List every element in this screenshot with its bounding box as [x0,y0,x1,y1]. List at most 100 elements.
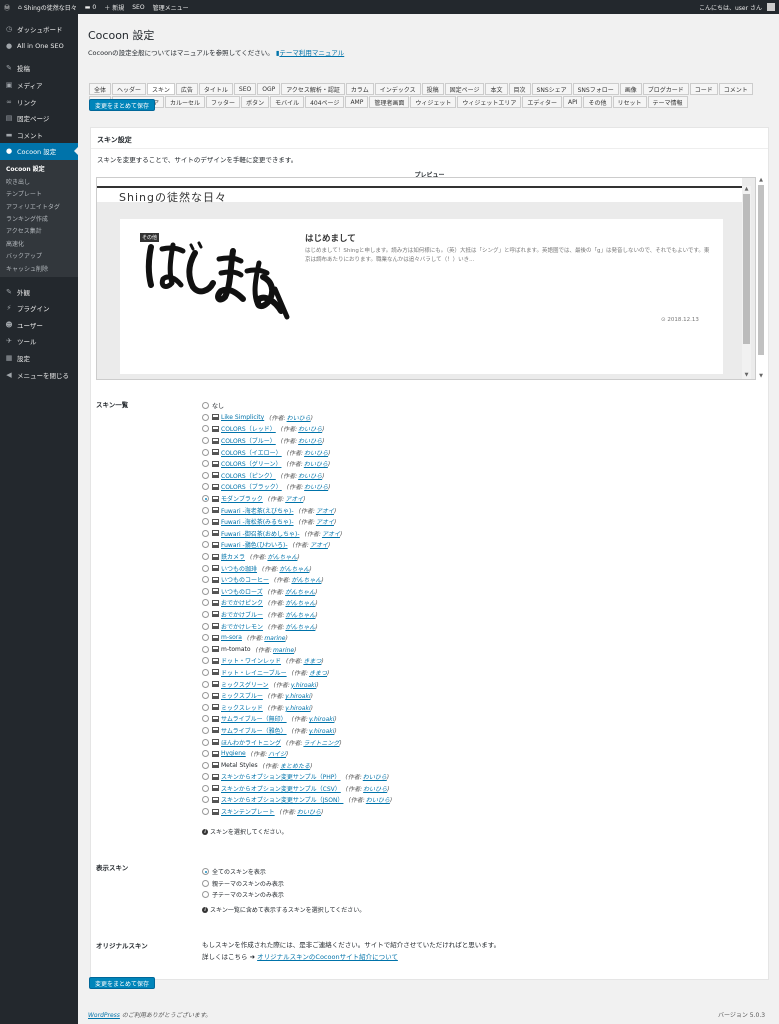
skin-option[interactable]: ミックスグリーン (作者:y.hiroaki) [202,678,762,690]
skin-name-link[interactable]: スキンテンプレート [221,807,275,816]
wordpress-link[interactable]: WordPress [88,1012,120,1019]
skin-option[interactable]: サムライブルー（雅色） (作者:y.hiroaki) [202,725,762,737]
skin-radio[interactable] [202,437,209,445]
submenu-item[interactable]: Cocoon 設定 [0,163,78,175]
skin-option[interactable]: いつものローズ (作者:がんちゃん) [202,586,762,598]
sidebar-item-page[interactable]: ▤ 固定ページ [0,110,78,127]
skin-option[interactable]: サムライブルー（無印） (作者:y.hiroaki) [202,713,762,725]
skin-radio[interactable] [202,553,209,561]
author-link[interactable]: まとめたる [280,763,310,770]
sidebar-item-pin[interactable]: ✎ 投稿 [0,60,78,77]
skin-option[interactable]: Fuwari -海松茶(みるちゃ)- (作者:アオイ) [202,516,762,528]
settings-tab[interactable]: インデックス [374,83,421,95]
skin-option[interactable]: Fuwari -御召茶(おめしちゃ)- (作者:アオイ) [202,528,762,540]
skin-radio[interactable] [202,495,209,503]
author-link[interactable]: marine [264,635,285,642]
settings-tab[interactable]: タイトル [198,83,233,95]
skin-name-link[interactable]: Fuwari -御召茶(おめしちゃ)- [221,529,300,538]
skin-radio[interactable] [202,471,209,479]
skin-option[interactable]: COLORS（ピンク） (作者:わいひら) [202,470,762,482]
skin-radio[interactable] [202,448,209,456]
author-link[interactable]: わいひら [304,461,328,468]
skin-radio[interactable] [202,761,209,769]
skin-option[interactable]: スキンからオプション変更サンプル（CSV） (作者:わいひら) [202,783,762,795]
scroll-thumb[interactable] [758,185,764,355]
sidebar-item-plugin[interactable]: ⚡ プラグイン [0,300,78,317]
sidebar-item-appearance[interactable]: ✎ 外観 [0,283,78,300]
skin-radio[interactable] [202,599,209,607]
skin-option[interactable]: Fuwari -海老茶(えびちゃ)- (作者:アオイ) [202,504,762,516]
sidebar-item-media[interactable]: ▣ メディア [0,77,78,94]
skin-option[interactable]: いつもの珈琲 (作者:がんちゃん) [202,562,762,574]
settings-tab[interactable]: 投稿 [421,83,444,95]
skin-name-link[interactable]: Like Simplicity [221,414,264,421]
skin-option[interactable]: なし [202,400,762,412]
settings-tab[interactable]: ヘッダー [112,83,147,95]
display-skin-radio[interactable] [202,868,209,876]
skin-radio[interactable] [202,564,209,572]
skin-radio[interactable] [202,576,209,584]
skin-radio[interactable] [202,738,209,746]
settings-tab[interactable]: リセット [612,96,647,108]
author-link[interactable]: わいひら [304,450,328,457]
skin-radio[interactable] [202,773,209,781]
settings-tab[interactable]: 管理者画面 [369,96,410,108]
skin-radio[interactable] [202,668,209,676]
skin-option[interactable]: COLORS（ブルー） (作者:わいひら) [202,435,762,447]
skin-option[interactable]: スキンからオプション変更サンプル（PHP） (作者:わいひら) [202,771,762,783]
site-name-menu[interactable]: ⌂ Shingの徒然な日々 [14,0,81,14]
settings-tab[interactable]: 画像 [619,83,642,95]
settings-tab[interactable]: 本文 [485,83,508,95]
skin-radio[interactable] [202,587,209,595]
author-link[interactable]: がんちゃん [279,566,309,573]
settings-tab[interactable]: エディター [522,96,562,108]
settings-tab[interactable]: AMP [345,96,369,108]
seo-menu[interactable]: SEO [128,0,148,14]
author-link[interactable]: わいひら [287,415,311,422]
skin-option[interactable]: COLORS（レッド） (作者:わいひら) [202,423,762,435]
skin-option[interactable]: COLORS（グリーン） (作者:わいひら) [202,458,762,470]
arrow-down-icon[interactable]: ▼ [757,373,765,379]
author-link[interactable]: わいひら [366,797,390,804]
author-link[interactable]: きまつ [309,670,327,677]
author-link[interactable]: わいひら [363,774,387,781]
submenu-item[interactable]: 吹き出し [0,175,78,187]
skin-name-link[interactable]: ミックスグリーン [221,680,269,689]
settings-tab[interactable]: コード [689,83,718,95]
settings-tab[interactable]: コメント [718,83,753,95]
manual-link[interactable]: テーマ利用マニュアル [279,49,344,57]
skin-name-link[interactable]: ほんわかライトニング [221,738,281,747]
author-link[interactable]: アオイ [322,531,340,538]
author-link[interactable]: わいひら [298,426,322,433]
skin-option[interactable]: m-tomato (作者:marine) [202,643,762,655]
skin-radio[interactable] [202,796,209,804]
sidebar-item-seo[interactable]: ● All in One SEO [0,38,78,55]
preview-inner-scrollbar[interactable]: ▲ ▼ [742,186,751,379]
display-skin-option[interactable]: 子テーマのスキンのみ表示 [202,889,284,901]
skin-name-link[interactable]: ミックスレッド [221,703,263,712]
author-link[interactable]: y.hiroaki [291,682,316,689]
settings-tab[interactable]: カルーセル [165,96,206,108]
skin-option[interactable]: スキンからオプション変更サンプル（JSON） (作者:わいひら) [202,794,762,806]
original-skin-link[interactable]: オリジナルスキンのCocoonサイト紹介について [257,953,398,961]
skin-option[interactable]: スキンテンプレート (作者:わいひら) [202,806,762,818]
skin-name-link[interactable]: いつもの珈琲 [221,564,257,573]
author-link[interactable]: アオイ [316,519,334,526]
skin-option[interactable]: ドット・ワインレッド (作者:きまつ) [202,655,762,667]
author-link[interactable]: アオイ [285,496,303,503]
skin-name-link[interactable]: m-sora [221,634,242,641]
skin-radio[interactable] [202,680,209,688]
skin-name-link[interactable]: いつものコーヒー [221,575,269,584]
skin-option[interactable]: 鉄カメラ (作者:がんちゃん) [202,551,762,563]
settings-tab[interactable]: OGP [257,83,281,95]
admin-menu[interactable]: 管理メニュー [149,0,193,14]
author-link[interactable]: y.hiroaki [285,705,310,712]
submenu-item[interactable]: バックアップ [0,249,78,261]
skin-name-link[interactable]: COLORS（ブルー） [221,436,276,445]
new-content-menu[interactable]: ＋新規 [100,0,128,14]
skin-option[interactable]: ミックスレッド (作者:y.hiroaki) [202,701,762,713]
skin-name-link[interactable]: Fuwari -海松茶(みるちゃ)- [221,517,294,526]
author-link[interactable]: y.hiroaki [309,716,334,723]
save-all-button-bottom[interactable]: 変更をまとめて保存 [89,977,156,989]
skin-radio[interactable] [202,622,209,630]
